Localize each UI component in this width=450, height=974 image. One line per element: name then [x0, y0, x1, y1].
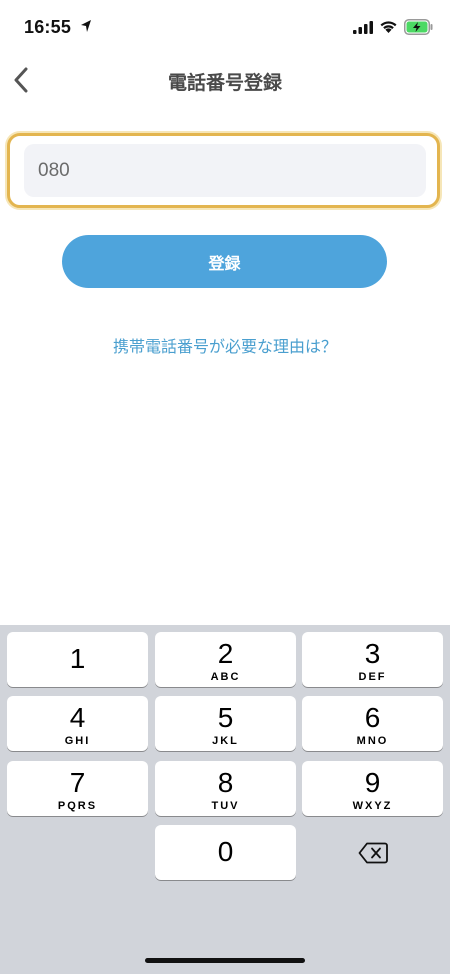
key-letters: ABC	[210, 671, 241, 683]
phone-number-input[interactable]	[24, 144, 426, 197]
nav-bar: 電話番号登録	[0, 54, 450, 106]
key-9[interactable]: 9 WXYZ	[302, 761, 443, 816]
key-digit: 3	[364, 638, 381, 669]
key-digit: 5	[217, 702, 234, 733]
status-time: 16:55	[24, 17, 72, 37]
key-digit: 4	[69, 702, 86, 733]
key-2[interactable]: 2 ABC	[155, 632, 296, 687]
phone-field-focus-ring	[7, 133, 440, 208]
why-phone-required-link[interactable]: 携帯電話番号が必要な理由は？	[0, 333, 450, 357]
key-letters: MNO	[356, 735, 389, 747]
register-button[interactable]: 登録	[62, 235, 387, 288]
status-bar: 16:55	[0, 0, 450, 54]
battery-charging-icon	[404, 19, 433, 35]
key-6[interactable]: 6 MNO	[302, 696, 443, 751]
key-digit: 8	[217, 767, 234, 798]
key-digit: 2	[217, 638, 234, 669]
backspace-icon	[358, 842, 388, 863]
key-letters: JKL	[212, 735, 239, 747]
cellular-signal-icon	[353, 21, 373, 34]
page-title: 電話番号登録	[167, 73, 282, 94]
home-indicator[interactable]	[145, 958, 305, 963]
key-digit: 7	[69, 767, 86, 798]
key-letters: DEF	[358, 671, 387, 683]
key-0[interactable]: 0	[155, 825, 296, 880]
wifi-icon	[380, 21, 397, 33]
key-1[interactable]: 1	[7, 632, 148, 687]
key-letters: TUV	[211, 800, 240, 812]
key-letters: WXYZ	[352, 800, 393, 812]
key-digit: 0	[217, 836, 234, 867]
key-7[interactable]: 7 PQRS	[7, 761, 148, 816]
key-4[interactable]: 4 GHI	[7, 696, 148, 751]
backspace-key[interactable]	[302, 825, 443, 880]
location-arrow-icon	[81, 20, 91, 32]
key-5[interactable]: 5 JKL	[155, 696, 296, 751]
key-3[interactable]: 3 DEF	[302, 632, 443, 687]
key-letters: GHI	[64, 735, 91, 747]
numeric-keypad: 1 2 ABC 3 DEF 4 GHI 5 JKL 6 MNO 7 PQRS 8…	[0, 625, 450, 974]
key-8[interactable]: 8 TUV	[155, 761, 296, 816]
key-digit: 6	[364, 702, 381, 733]
key-digit: 9	[364, 767, 381, 798]
key-digit: 1	[69, 643, 86, 674]
key-letters: PQRS	[57, 800, 98, 812]
